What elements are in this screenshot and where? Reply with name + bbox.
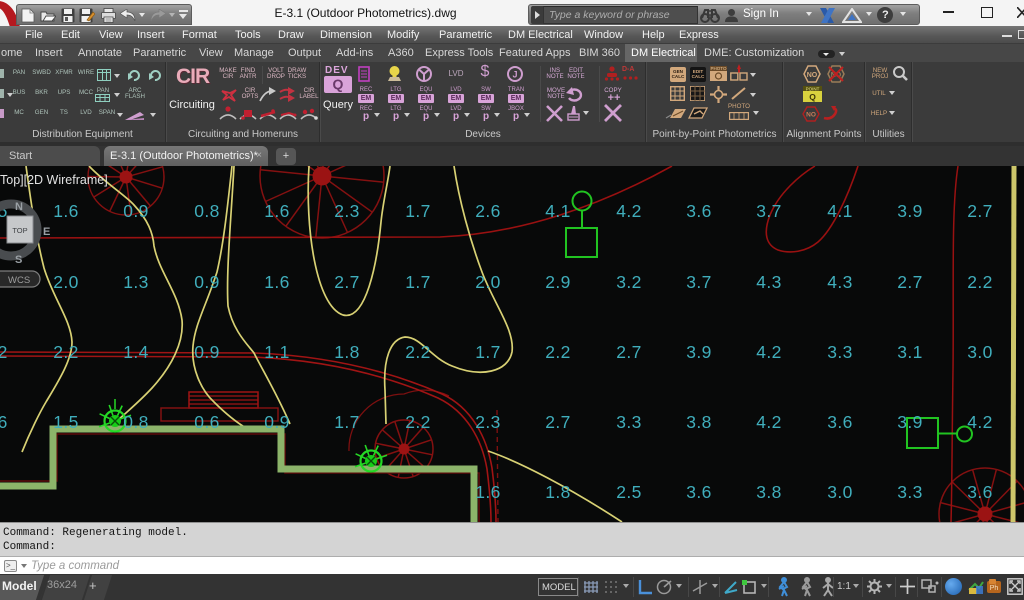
svg-text:3.7: 3.7 <box>686 272 712 292</box>
svg-text:2.3: 2.3 <box>475 412 501 432</box>
svg-text:E: E <box>43 226 50 238</box>
svg-text:2.5: 2.5 <box>616 482 642 502</box>
svg-text:2.2: 2.2 <box>545 342 571 362</box>
svg-text:TOP: TOP <box>12 226 27 235</box>
svg-text:4.2: 4.2 <box>967 412 993 432</box>
svg-text:3.3: 3.3 <box>897 482 923 502</box>
svg-text:3.6: 3.6 <box>827 412 853 432</box>
svg-text:1.7: 1.7 <box>405 201 431 221</box>
svg-text:1.4: 1.4 <box>123 342 149 362</box>
svg-text:3.3: 3.3 <box>827 342 853 362</box>
svg-text:Top][2D Wireframe]: Top][2D Wireframe] <box>0 173 108 187</box>
svg-text:3.0: 3.0 <box>967 342 993 362</box>
svg-text:1.7: 1.7 <box>334 412 360 432</box>
svg-text:1.5: 1.5 <box>53 412 79 432</box>
svg-text:3.2: 3.2 <box>0 342 8 362</box>
svg-text:J: J <box>512 70 517 80</box>
svg-text:3.6: 3.6 <box>686 482 712 502</box>
svg-text:PHOTO: PHOTO <box>711 66 727 71</box>
svg-text:2.7: 2.7 <box>897 272 923 292</box>
svg-text:3.9: 3.9 <box>897 412 923 432</box>
svg-text:3.3: 3.3 <box>616 412 642 432</box>
svg-text:2.7: 2.7 <box>616 342 642 362</box>
svg-text:3.6: 3.6 <box>967 482 993 502</box>
svg-text:0.9: 0.9 <box>194 272 220 292</box>
svg-text:4.2: 4.2 <box>616 201 642 221</box>
svg-text:3.2: 3.2 <box>616 272 642 292</box>
svg-text:2.2: 2.2 <box>53 342 79 362</box>
svg-text:3.1: 3.1 <box>897 342 923 362</box>
svg-text:2.7: 2.7 <box>334 272 360 292</box>
svg-text:1.6: 1.6 <box>264 201 290 221</box>
svg-text:2.3: 2.3 <box>334 201 360 221</box>
svg-text:0.9: 0.9 <box>123 201 149 221</box>
svg-text:2.0: 2.0 <box>475 272 501 292</box>
svg-text:3.9: 3.9 <box>686 342 712 362</box>
svg-text:1.6: 1.6 <box>53 201 79 221</box>
svg-text:1.7: 1.7 <box>475 342 501 362</box>
svg-text:2.6: 2.6 <box>0 412 8 432</box>
svg-text:POINT: POINT <box>806 86 820 91</box>
svg-text:0.6: 0.6 <box>194 412 220 432</box>
svg-text:3.6: 3.6 <box>686 201 712 221</box>
svg-text:4.1: 4.1 <box>827 201 853 221</box>
svg-text:S: S <box>15 254 22 266</box>
svg-text:N: N <box>15 201 23 213</box>
svg-text:3.8: 3.8 <box>686 412 712 432</box>
svg-text:Ph: Ph <box>990 585 999 592</box>
svg-text:0.8: 0.8 <box>194 201 220 221</box>
svg-text:1.6: 1.6 <box>475 482 501 502</box>
svg-text:2.0: 2.0 <box>53 272 79 292</box>
svg-text:2.2: 2.2 <box>405 412 431 432</box>
svg-text:2.9: 2.9 <box>545 272 571 292</box>
svg-text:2.7: 2.7 <box>545 412 571 432</box>
svg-text:2.2: 2.2 <box>405 342 431 362</box>
svg-text:2.2: 2.2 <box>967 272 993 292</box>
svg-text:0.9: 0.9 <box>194 342 220 362</box>
svg-text:NO: NO <box>807 72 818 79</box>
svg-text:Q: Q <box>809 92 816 102</box>
svg-text:2.7: 2.7 <box>967 201 993 221</box>
svg-text:2.6: 2.6 <box>475 201 501 221</box>
svg-text:1.8: 1.8 <box>334 342 360 362</box>
svg-text:4.2: 4.2 <box>756 342 782 362</box>
svg-text:4.3: 4.3 <box>827 272 853 292</box>
svg-text:1.3: 1.3 <box>123 272 149 292</box>
svg-text:3.7: 3.7 <box>756 201 782 221</box>
svg-text:1.6: 1.6 <box>264 272 290 292</box>
svg-text:4.3: 4.3 <box>756 272 782 292</box>
svg-text:4.2: 4.2 <box>756 412 782 432</box>
svg-text:3.9: 3.9 <box>897 201 923 221</box>
svg-text:1.8: 1.8 <box>545 482 571 502</box>
svg-text:1.1: 1.1 <box>264 342 290 362</box>
svg-text:3.8: 3.8 <box>756 482 782 502</box>
svg-text:4.1: 4.1 <box>545 201 571 221</box>
svg-text:0.8: 0.8 <box>123 412 149 432</box>
svg-text:WCS: WCS <box>8 275 30 286</box>
svg-text:3.0: 3.0 <box>827 482 853 502</box>
svg-text:NO: NO <box>806 112 816 119</box>
svg-text:1.7: 1.7 <box>405 272 431 292</box>
svg-text:0.9: 0.9 <box>264 412 290 432</box>
